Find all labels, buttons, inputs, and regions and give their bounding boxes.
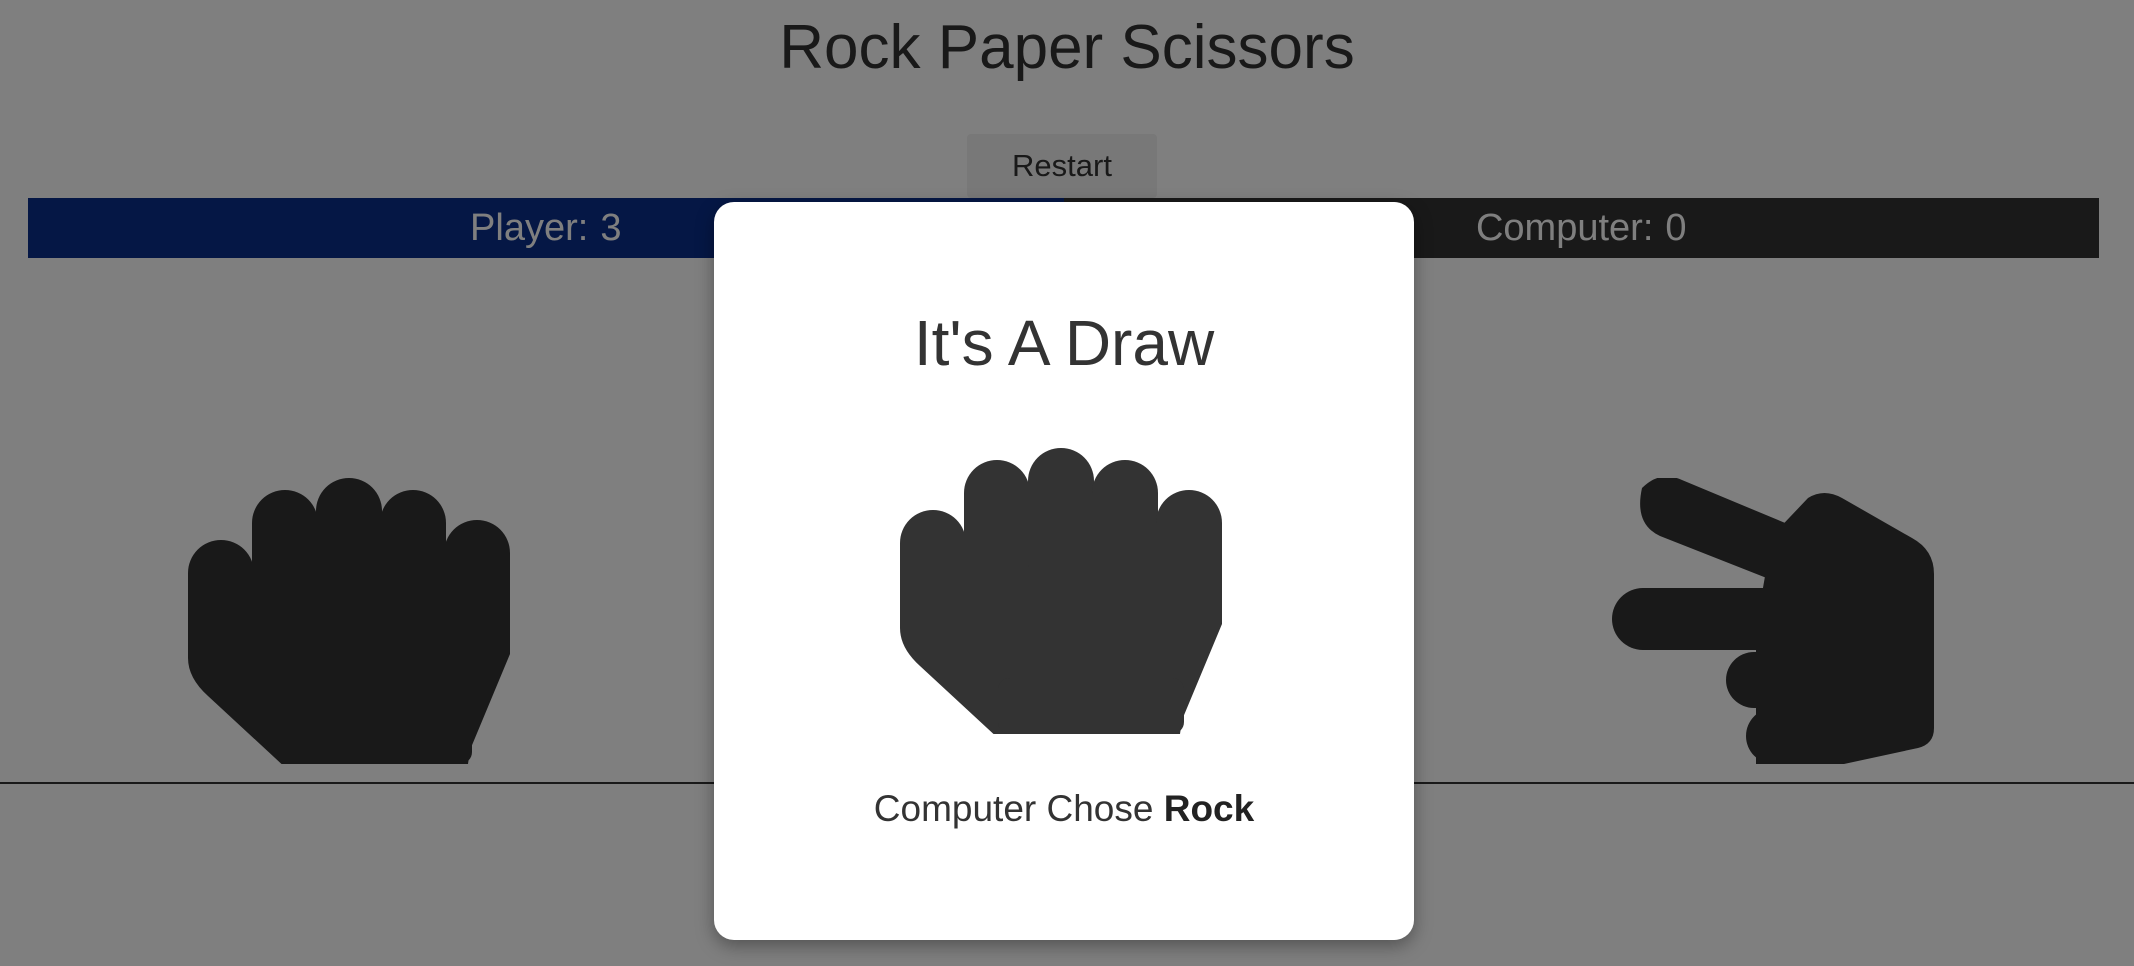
- computer-choice: Rock: [1163, 788, 1255, 829]
- rock-hand-icon: [900, 448, 1226, 734]
- result-message-prefix: Computer Chose: [873, 788, 1154, 829]
- result-title: It's A Draw: [913, 307, 1215, 379]
- result-modal: It's A Draw Computer Chose Rock: [714, 202, 1414, 940]
- result-message: Computer Chose Rock: [714, 788, 1414, 830]
